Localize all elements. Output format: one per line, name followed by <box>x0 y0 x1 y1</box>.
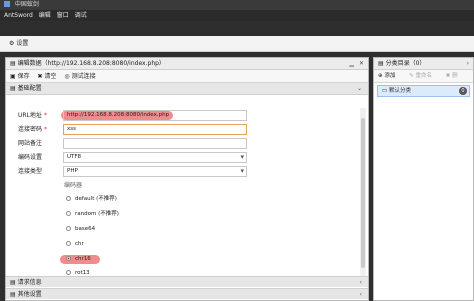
url-label: URL地址 * <box>18 112 47 119</box>
close-icon[interactable]: ✕ <box>359 58 364 70</box>
chevron-left-icon: ‹ <box>359 279 362 286</box>
request-info-section-header[interactable]: ▤ 请求信息 ‹ <box>6 276 368 287</box>
section-request-icon: ▤ <box>10 279 16 286</box>
window-titlebar: 中国蚁剑 <box>0 0 474 10</box>
encoder-option-chr[interactable]: chr <box>66 240 84 249</box>
tab-settings-label: 设置 <box>16 40 29 47</box>
section-basic-label: 基础配置 <box>17 85 42 92</box>
type-label: 连接类型 <box>18 168 43 175</box>
password-label: 连接密码 * <box>18 126 47 133</box>
folder-icon: ▤ <box>378 60 384 67</box>
chevron-right-icon[interactable]: › <box>467 58 469 70</box>
clear-button[interactable]: ✖ 清空 <box>38 73 57 80</box>
save-button[interactable]: ▣ 保存 <box>10 73 30 80</box>
other-settings-section-header[interactable]: ▤ 其他设置 ‹ <box>6 288 368 299</box>
folder-icon: ▭ <box>382 88 388 94</box>
scrollbar-thumb[interactable] <box>361 118 365 268</box>
menu-item-window[interactable]: 窗口 <box>57 12 69 19</box>
edit-data-panel: ▤ 编辑数据（http://192.168.8.208:8080/index.p… <box>5 57 369 301</box>
url-field[interactable]: http://192.168.8.208:8080/index.php <box>63 110 247 121</box>
menu-item-antsword[interactable]: AntSword <box>4 12 33 19</box>
minimize-icon[interactable]: ▁ <box>349 58 354 70</box>
clear-icon: ✖ <box>37 73 43 80</box>
radio-selected-icon <box>66 256 71 261</box>
chevron-left-icon: ‹ <box>359 291 362 298</box>
add-category-button[interactable]: ⊕ 添加 <box>378 73 401 79</box>
category-panel: ▤ 分类目录（0） › ⊕ 添加 ✎ 重命名 ✖ 删除 ▭ 默认分类 0 <box>373 57 474 301</box>
tab-bar: ⚙ 设置 <box>0 36 474 52</box>
radio-icon <box>66 226 71 231</box>
edit-toolbar: ▣ 保存 ✖ 清空 ◎ 测试连接 <box>6 70 368 83</box>
menu-item-edit[interactable]: 编辑 <box>39 12 51 19</box>
test-label: 测试连接 <box>71 73 96 80</box>
category-panel-header: ▤ 分类目录（0） › <box>374 58 473 70</box>
test-connection-button[interactable]: ◎ 测试连接 <box>64 73 95 80</box>
encoder-option-default[interactable]: default (不推荐) <box>66 195 117 204</box>
test-icon: ◎ <box>64 73 70 80</box>
category-count-badge: 0 <box>459 87 467 95</box>
save-icon: ▣ <box>10 73 16 80</box>
radio-icon <box>66 196 71 201</box>
menu-item-debug[interactable]: 调试 <box>75 12 87 19</box>
menu-bar: AntSword 编辑 窗口 调试 <box>0 10 474 21</box>
section-request-label: 请求信息 <box>17 279 42 286</box>
remark-label: 网站备注 <box>18 140 43 147</box>
encoder-option-base64[interactable]: base64 <box>66 225 95 234</box>
encoder-label: 编码器 <box>64 182 83 189</box>
section-other-icon: ▤ <box>10 291 16 298</box>
basic-config-form: URL地址 * http://192.168.8.208:8080/index.… <box>6 108 361 278</box>
basic-config-section-header[interactable]: ▤ 基础配置 ⌄ <box>6 83 368 95</box>
section-other-label: 其他设置 <box>17 291 42 298</box>
window-title: 中国蚁剑 <box>14 1 39 8</box>
form-scrollbar[interactable] <box>360 108 366 278</box>
rename-category-button[interactable]: ✎ 重命名 <box>409 73 438 79</box>
radio-icon <box>66 211 71 216</box>
radio-icon <box>66 241 71 246</box>
app-logo-icon <box>4 1 10 7</box>
category-toolbar: ⊕ 添加 ✎ 重命名 ✖ 删除 <box>374 70 473 92</box>
password-field[interactable]: xss <box>63 124 247 135</box>
encoding-select[interactable]: UTF8 <box>63 152 247 163</box>
radio-icon <box>66 270 71 275</box>
encoder-option-chr16[interactable]: chr16 <box>66 255 91 264</box>
edit-panel-title: 编辑数据（http://192.168.8.208:8080/index.php… <box>17 60 165 67</box>
save-label: 保存 <box>17 73 30 80</box>
edit-panel-header: ▤ 编辑数据（http://192.168.8.208:8080/index.p… <box>6 58 368 70</box>
gear-icon: ⚙ <box>9 40 15 47</box>
category-panel-title: 分类目录（0） <box>385 60 426 67</box>
remark-field[interactable] <box>63 138 247 149</box>
section-basic-icon: ▤ <box>10 85 16 92</box>
tab-settings[interactable]: ⚙ 设置 <box>9 40 28 47</box>
category-item-default[interactable]: ▭ 默认分类 0 <box>377 85 470 97</box>
clear-label: 清空 <box>44 73 57 80</box>
type-select[interactable]: PHP <box>63 166 247 177</box>
edit-icon: ▤ <box>10 60 16 67</box>
category-item-label: 默认分类 <box>388 88 411 94</box>
encoder-option-random[interactable]: random (不推荐) <box>66 210 119 219</box>
chevron-down-icon: ⌄ <box>356 85 362 92</box>
encoding-label: 编码设置 <box>18 154 43 161</box>
